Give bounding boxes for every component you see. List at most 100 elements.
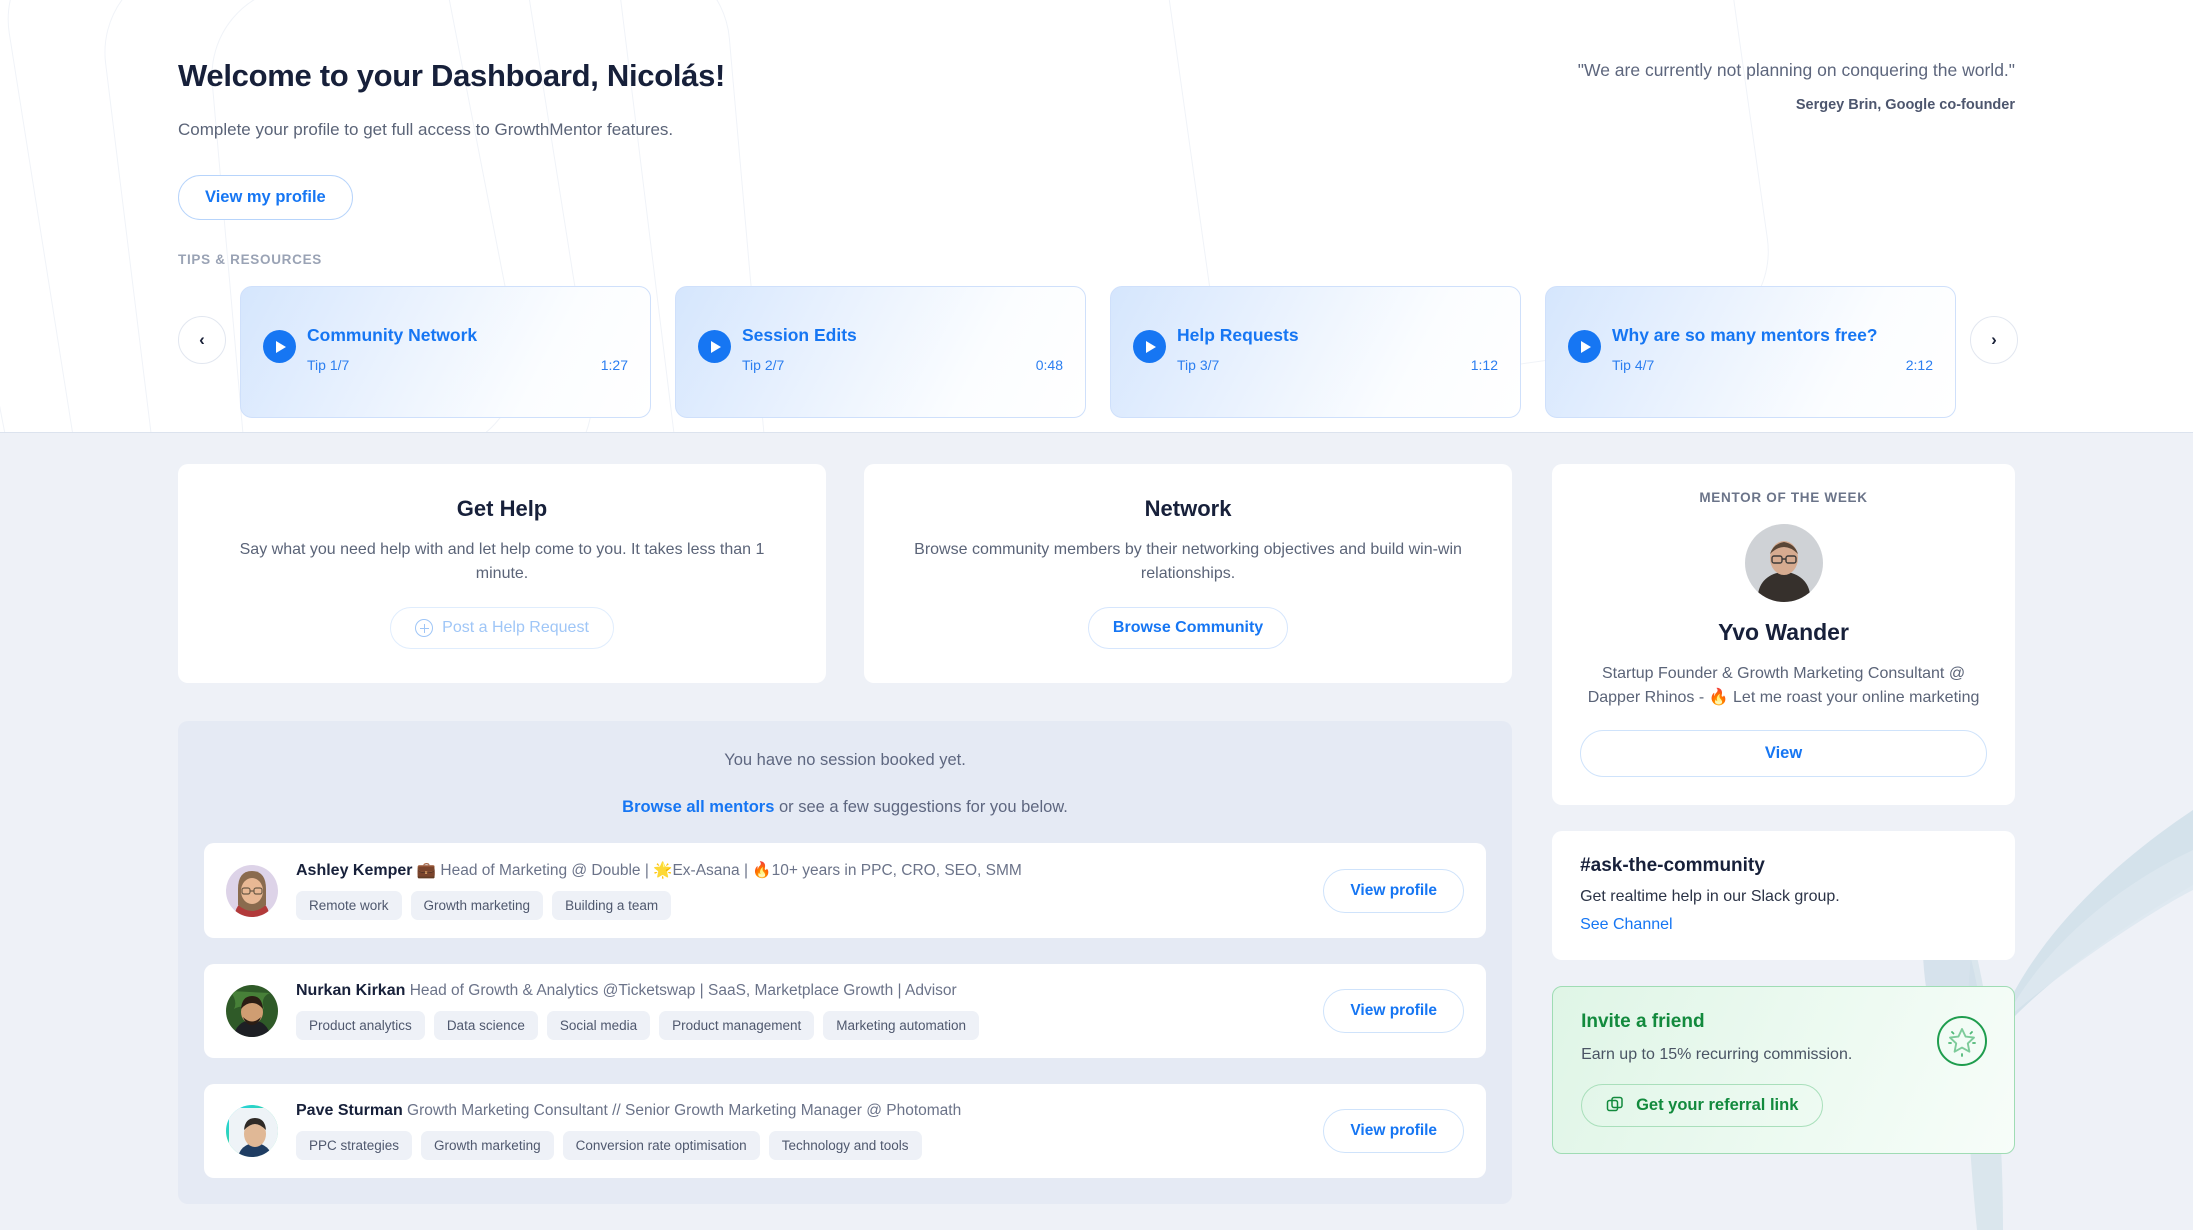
play-icon[interactable]: [1133, 330, 1166, 363]
dashboard-page: Welcome to your Dashboard, Nicolás! Comp…: [0, 0, 2193, 1230]
avatar: [226, 985, 278, 1037]
network-card: Network Browse community members by thei…: [864, 464, 1512, 683]
tip-duration: 2:12: [1906, 357, 1933, 373]
mentor-tag[interactable]: Social media: [547, 1011, 650, 1040]
invite-description: Earn up to 15% recurring commission.: [1581, 1043, 1881, 1066]
get-help-description: Say what you need help with and let help…: [208, 538, 796, 585]
post-help-request-button[interactable]: Post a Help Request: [390, 607, 614, 649]
post-help-request-label: Post a Help Request: [442, 619, 589, 637]
tip-meta: Tip 3/7 1:12: [1177, 357, 1498, 373]
mentor-headline: Nurkan Kirkan Head of Growth & Analytics…: [296, 982, 1305, 1000]
mentor-tags: PPC strategies Growth marketing Conversion…: [296, 1131, 1305, 1160]
main-column: Get Help Say what you need help with and…: [178, 464, 1512, 1204]
quote-text: "We are currently not planning on conque…: [1578, 60, 2015, 81]
view-profile-button[interactable]: View profile: [1323, 869, 1464, 913]
plus-circle-icon: [415, 619, 433, 637]
action-cards: Get Help Say what you need help with and…: [178, 464, 1512, 683]
mentor-tag[interactable]: PPC strategies: [296, 1131, 412, 1160]
mentor-of-the-week-view-button[interactable]: View: [1580, 730, 1987, 777]
no-session-text: You have no session booked yet.: [204, 751, 1486, 770]
play-icon[interactable]: [1568, 330, 1601, 363]
view-profile-button[interactable]: View profile: [1323, 989, 1464, 1033]
tips-resources-label: TIPS & RESOURCES: [178, 252, 322, 267]
play-icon[interactable]: [698, 330, 731, 363]
tip-duration: 0:48: [1036, 357, 1063, 373]
slack-description: Get realtime help in our Slack group.: [1580, 888, 1987, 906]
page-title: Welcome to your Dashboard, Nicolás!: [178, 58, 725, 94]
dashboard-grid: Get Help Say what you need help with and…: [178, 433, 2015, 1204]
mentor-tags: Product analytics Data science Social medi…: [296, 1011, 1305, 1040]
mentor-row: Pave Sturman Growth Marketing Consultant…: [204, 1084, 1486, 1178]
network-title: Network: [894, 496, 1482, 522]
mentor-suggestions-list: Ashley Kemper 💼 Head of Marketing @ Doub…: [204, 843, 1486, 1178]
avatar: [226, 865, 278, 917]
browse-mentors-line: Browse all mentors or see a few suggesti…: [204, 798, 1486, 817]
mentor-tag[interactable]: Marketing automation: [823, 1011, 979, 1040]
tip-meta: Tip 1/7 1:27: [307, 357, 628, 373]
mentor-headline: Ashley Kemper 💼 Head of Marketing @ Doub…: [296, 861, 1305, 880]
tip-duration: 1:27: [601, 357, 628, 373]
mentor-tag[interactable]: Product analytics: [296, 1011, 425, 1040]
mentor-info: Ashley Kemper 💼 Head of Marketing @ Doub…: [296, 861, 1305, 920]
mentor-tag[interactable]: Remote work: [296, 891, 402, 920]
mentor-info: Nurkan Kirkan Head of Growth & Analytics…: [296, 982, 1305, 1040]
tip-duration: 1:12: [1471, 357, 1498, 373]
avatar: [226, 1105, 278, 1157]
star-badge-icon: [1936, 1015, 1988, 1067]
tip-card[interactable]: Session EditsTip 2/70:48: [675, 286, 1086, 418]
tip-title: Session Edits: [742, 325, 857, 346]
get-referral-link-button[interactable]: Get your referral link: [1581, 1084, 1823, 1127]
mentor-of-the-week-avatar: [1745, 524, 1823, 602]
mentor-title: 💼 Head of Marketing @ Double | 🌟Ex-Asana…: [417, 862, 1022, 879]
mentor-tag[interactable]: Growth marketing: [421, 1131, 554, 1160]
tip-title: Help Requests: [1177, 325, 1299, 346]
mentor-tags: Remote work Growth marketing Building a te…: [296, 891, 1305, 920]
view-profile-button[interactable]: View profile: [1323, 1109, 1464, 1153]
sessions-panel: You have no session booked yet. Browse a…: [178, 721, 1512, 1204]
mentor-of-the-week-bio: Startup Founder & Growth Marketing Consu…: [1580, 662, 1987, 710]
play-icon[interactable]: [263, 330, 296, 363]
mentor-tag[interactable]: Building a team: [552, 891, 671, 920]
mentor-of-the-week-card: MENTOR OF THE WEEK Yvo Wander: [1552, 464, 2015, 805]
tip-card[interactable]: Why are so many mentors free? Tip 4/7 2:12: [1545, 286, 1956, 418]
mentor-tag[interactable]: Data science: [434, 1011, 538, 1040]
view-my-profile-button[interactable]: View my profile: [178, 175, 353, 220]
copy-icon: [1606, 1096, 1625, 1115]
mentor-tag[interactable]: Growth marketing: [411, 891, 544, 920]
quote-author: Sergey Brin, Google co-founder: [1578, 97, 2015, 113]
tips-carousel: ‹ › Community Network Tip 1/7 1:27 Session …: [178, 286, 2018, 418]
mentor-title: Head of Growth & Analytics @Ticketswap |…: [410, 982, 957, 999]
mentor-name: Nurkan Kirkan: [296, 982, 405, 999]
tip-index: Tip 1/7: [307, 357, 349, 373]
mentor-of-the-week-name: Yvo Wander: [1580, 619, 1987, 646]
mentor-tag[interactable]: Technology and tools: [769, 1131, 922, 1160]
invite-a-friend-card: Invite a friend Earn up to 15% recurring…: [1552, 986, 2015, 1154]
mentor-of-the-week-label: MENTOR OF THE WEEK: [1580, 490, 1987, 505]
tip-index: Tip 3/7: [1177, 357, 1219, 373]
ask-the-community-card: #ask-the-community Get realtime help in …: [1552, 831, 2015, 960]
see-channel-link[interactable]: See Channel: [1580, 916, 1673, 934]
get-help-card: Get Help Say what you need help with and…: [178, 464, 826, 683]
browse-community-button[interactable]: Browse Community: [1088, 607, 1288, 649]
tip-title: Why are so many mentors free?: [1612, 325, 1878, 346]
mentor-tag[interactable]: Conversion rate optimisation: [563, 1131, 760, 1160]
welcome-subtitle: Complete your profile to get full access…: [178, 120, 673, 140]
mentor-tag[interactable]: Product management: [659, 1011, 814, 1040]
tip-title: Community Network: [307, 325, 477, 346]
carousel-next-icon[interactable]: ›: [1970, 316, 2018, 364]
mentor-row: Nurkan Kirkan Head of Growth & Analytics…: [204, 964, 1486, 1058]
mentor-name: Pave Sturman: [296, 1102, 403, 1119]
slack-channel-title: #ask-the-community: [1580, 855, 1987, 877]
tip-index: Tip 4/7: [1612, 357, 1654, 373]
invite-title: Invite a friend: [1581, 1011, 1986, 1033]
tip-card[interactable]: Community Network Tip 1/7 1:27: [240, 286, 651, 418]
mentor-title: Growth Marketing Consultant // Senior Gr…: [407, 1102, 961, 1119]
get-help-title: Get Help: [208, 496, 796, 522]
hero-section: Welcome to your Dashboard, Nicolás! Comp…: [0, 0, 2193, 433]
browse-all-mentors-link[interactable]: Browse all mentors: [622, 798, 774, 816]
tip-card[interactable]: Help Requests Tip 3/7 1:12: [1110, 286, 1521, 418]
tips-track: Community Network Tip 1/7 1:27 Session Edit…: [240, 286, 1956, 418]
dashboard-body: Get Help Say what you need help with and…: [0, 433, 2193, 1230]
mentor-name: Ashley Kemper: [296, 862, 413, 879]
carousel-prev-icon[interactable]: ‹: [178, 316, 226, 364]
